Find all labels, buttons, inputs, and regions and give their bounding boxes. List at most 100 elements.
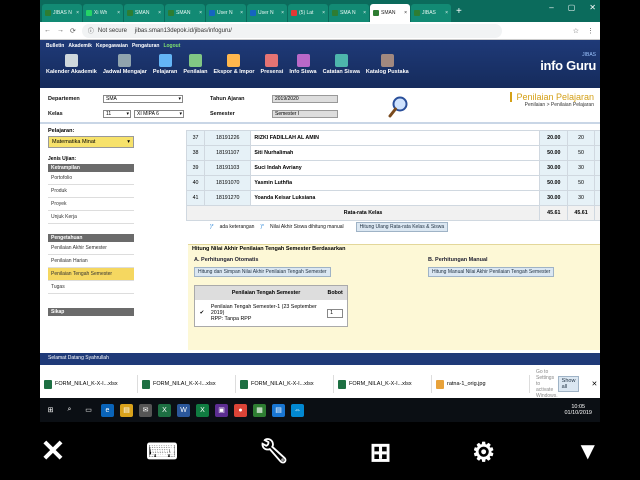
pengetahuan-item[interactable]: Penilaian Tengah Semester: [48, 268, 134, 281]
nav-item[interactable]: Info Siswa: [289, 54, 317, 75]
download-item[interactable]: FORM_NILAI_K-X-I...xlsx: [236, 375, 334, 393]
teamviewer-icon[interactable]: ⇔: [291, 403, 304, 417]
hitung-simpan-button[interactable]: Hitung dan Simpan Nilai Akhir Penilaian …: [194, 267, 331, 277]
nav-item[interactable]: Presensi: [260, 54, 283, 75]
edge-icon[interactable]: e: [101, 403, 114, 417]
back-icon[interactable]: ←: [44, 27, 51, 34]
nav-item[interactable]: Penilaian: [183, 54, 208, 75]
close-tab-icon[interactable]: ×: [363, 10, 366, 16]
nav-item[interactable]: Ekspor & Impor: [214, 54, 254, 75]
top-menu-item[interactable]: Logout: [163, 43, 180, 49]
chrome-icon[interactable]: ●: [234, 403, 247, 417]
cell-n3: 20.00: [593, 130, 600, 146]
download-item[interactable]: ratna-1_orig.jpg: [432, 375, 530, 393]
close-tab-icon[interactable]: ×: [117, 10, 120, 16]
new-tab-icon[interactable]: +: [456, 6, 462, 17]
browser-tab[interactable]: User N ×: [247, 4, 287, 22]
close-window-icon[interactable]: ✕: [589, 3, 596, 12]
maximize-icon[interactable]: ▢: [568, 3, 576, 12]
app-icon[interactable]: ▣: [215, 403, 228, 417]
forward-icon[interactable]: →: [57, 27, 64, 34]
word-icon[interactable]: W: [177, 403, 190, 417]
bookmark-star-icon[interactable]: ☆: [573, 27, 579, 35]
close-tab-icon[interactable]: ×: [404, 10, 407, 16]
pts-column-header: Penilaian Tengah Semester: [231, 290, 301, 296]
browser-tab[interactable]: JIBAS ×: [411, 4, 451, 22]
status-bar: Selamat Datang Syahrullah: [40, 353, 600, 365]
browser-tab[interactable]: SMAN ×: [165, 4, 205, 22]
close-icon[interactable]: ✕: [591, 380, 597, 388]
info-icon[interactable]: ⓘ: [88, 26, 94, 35]
pengetahuan-item[interactable]: Tugas: [48, 281, 134, 294]
close-tab-icon[interactable]: ×: [322, 10, 325, 16]
top-menu-item[interactable]: Akademik: [68, 43, 92, 49]
tingkat-select[interactable]: 11 ▾: [103, 110, 131, 118]
mail-icon[interactable]: ✉: [139, 403, 152, 417]
browser-tab[interactable]: SMA N ×: [329, 4, 369, 22]
top-menu-item[interactable]: Bulletin: [46, 43, 64, 49]
nav-item[interactable]: Kalender Akademik: [46, 54, 97, 75]
top-menu-item[interactable]: Kepegawaian: [96, 43, 128, 49]
wrench-icon[interactable]: 🔧︎: [258, 440, 288, 464]
ketrampilan-item[interactable]: Produk: [48, 185, 134, 198]
ketrampilan-item[interactable]: Portofolio: [48, 172, 134, 185]
windows-icon[interactable]: ⊞: [370, 439, 392, 465]
cell-nama: Siti Nurhalimah: [250, 145, 541, 161]
task-view-icon[interactable]: ▭: [82, 404, 95, 417]
browser-tab[interactable]: SMAN ×: [370, 4, 410, 22]
pengetahuan-item[interactable]: Penilaian Harian: [48, 255, 134, 268]
download-name: ratna-1_orig.jpg: [447, 381, 486, 387]
bobot-input[interactable]: 1: [327, 308, 344, 318]
departemen-label: Departemen: [48, 96, 80, 102]
search-icon[interactable]: [388, 95, 410, 119]
excel-2-icon[interactable]: X: [196, 403, 209, 417]
keyboard-icon[interactable]: ⌨: [146, 441, 178, 463]
checkbox-checked-icon[interactable]: ✔: [195, 310, 209, 316]
close-tab-icon[interactable]: ×: [158, 10, 161, 16]
browser-tab[interactable]: User N ×: [206, 4, 246, 22]
browser-menu-icon[interactable]: ⋮: [587, 27, 594, 35]
nav-item[interactable]: Pelajaran: [153, 54, 177, 75]
browser-tab[interactable]: (5) Lat ×: [288, 4, 328, 22]
url-field[interactable]: ⓘ Not secure jibas.sman13depok.id/jibas/…: [81, 23, 502, 38]
pengetahuan-item[interactable]: Penilaian Akhir Semester: [48, 242, 134, 255]
download-item[interactable]: FORM_NILAI_K-X-I...xlsx: [40, 375, 138, 393]
hitung-manual-button[interactable]: Hitung Manual Nilai Akhir Penilaian Teng…: [428, 267, 555, 277]
ketrampilan-item[interactable]: Proyek: [48, 198, 134, 211]
pelajaran-select[interactable]: Matematika Minat ▾: [48, 136, 134, 148]
browser-tab[interactable]: JIBAS N ×: [42, 4, 82, 22]
close-tab-icon[interactable]: ×: [199, 10, 202, 16]
download-item[interactable]: FORM_NILAI_K-X-I...xlsx: [138, 375, 236, 393]
minimize-icon[interactable]: –: [549, 3, 553, 12]
hitung-ulang-button[interactable]: Hitung Ulang Rata-rata Kelas & Siswa: [355, 222, 449, 232]
close-tab-icon[interactable]: ×: [240, 10, 243, 16]
filter-bar: Departemen SMA ▾ Kelas 11 ▾ XI MIPA 6 ▾ Tah…: [40, 88, 600, 124]
cell-n2: 30: [567, 160, 595, 176]
nav-item[interactable]: Katalog Pustaka: [366, 54, 409, 75]
browser-tab[interactable]: SMAN ×: [124, 4, 164, 22]
excel-icon[interactable]: X: [158, 403, 171, 417]
show-all-button[interactable]: Show all: [557, 376, 580, 392]
file-explorer-icon[interactable]: ▤: [120, 403, 133, 417]
nav-item[interactable]: Jadwal Mengajar: [103, 54, 147, 75]
hide-toolbar-icon[interactable]: ▼: [576, 440, 600, 464]
top-menu-item[interactable]: Pengaturan: [132, 43, 160, 49]
kelas-select[interactable]: XI MIPA 6 ▾: [134, 110, 184, 118]
app-blue-icon[interactable]: ▤: [272, 403, 285, 417]
reload-icon[interactable]: ⟳: [70, 27, 76, 35]
close-tab-icon[interactable]: ×: [281, 10, 284, 16]
app-green-icon[interactable]: ▦: [253, 403, 266, 417]
table-row: 3718191226RIZKI FADILLAH AL AMIN20.00202…: [185, 130, 600, 146]
nav-item[interactable]: Catatan Siswa: [323, 54, 360, 75]
gear-icon[interactable]: ⚙: [472, 439, 495, 465]
search-icon[interactable]: ⌕: [63, 404, 76, 417]
departemen-select[interactable]: SMA ▾: [103, 95, 183, 103]
close-tab-icon[interactable]: ×: [445, 10, 448, 16]
download-item[interactable]: FORM_NILAI_K-X-I...xlsx: [334, 375, 432, 393]
windows-start-icon[interactable]: ⊞: [44, 404, 57, 417]
ketrampilan-item[interactable]: Unjuk Kerja: [48, 211, 134, 224]
browser-tab[interactable]: Xi Wh ×: [83, 4, 123, 22]
close-icon[interactable]: ✕: [40, 437, 65, 467]
cell-n1: 30.00: [539, 190, 569, 206]
close-tab-icon[interactable]: ×: [76, 10, 79, 16]
